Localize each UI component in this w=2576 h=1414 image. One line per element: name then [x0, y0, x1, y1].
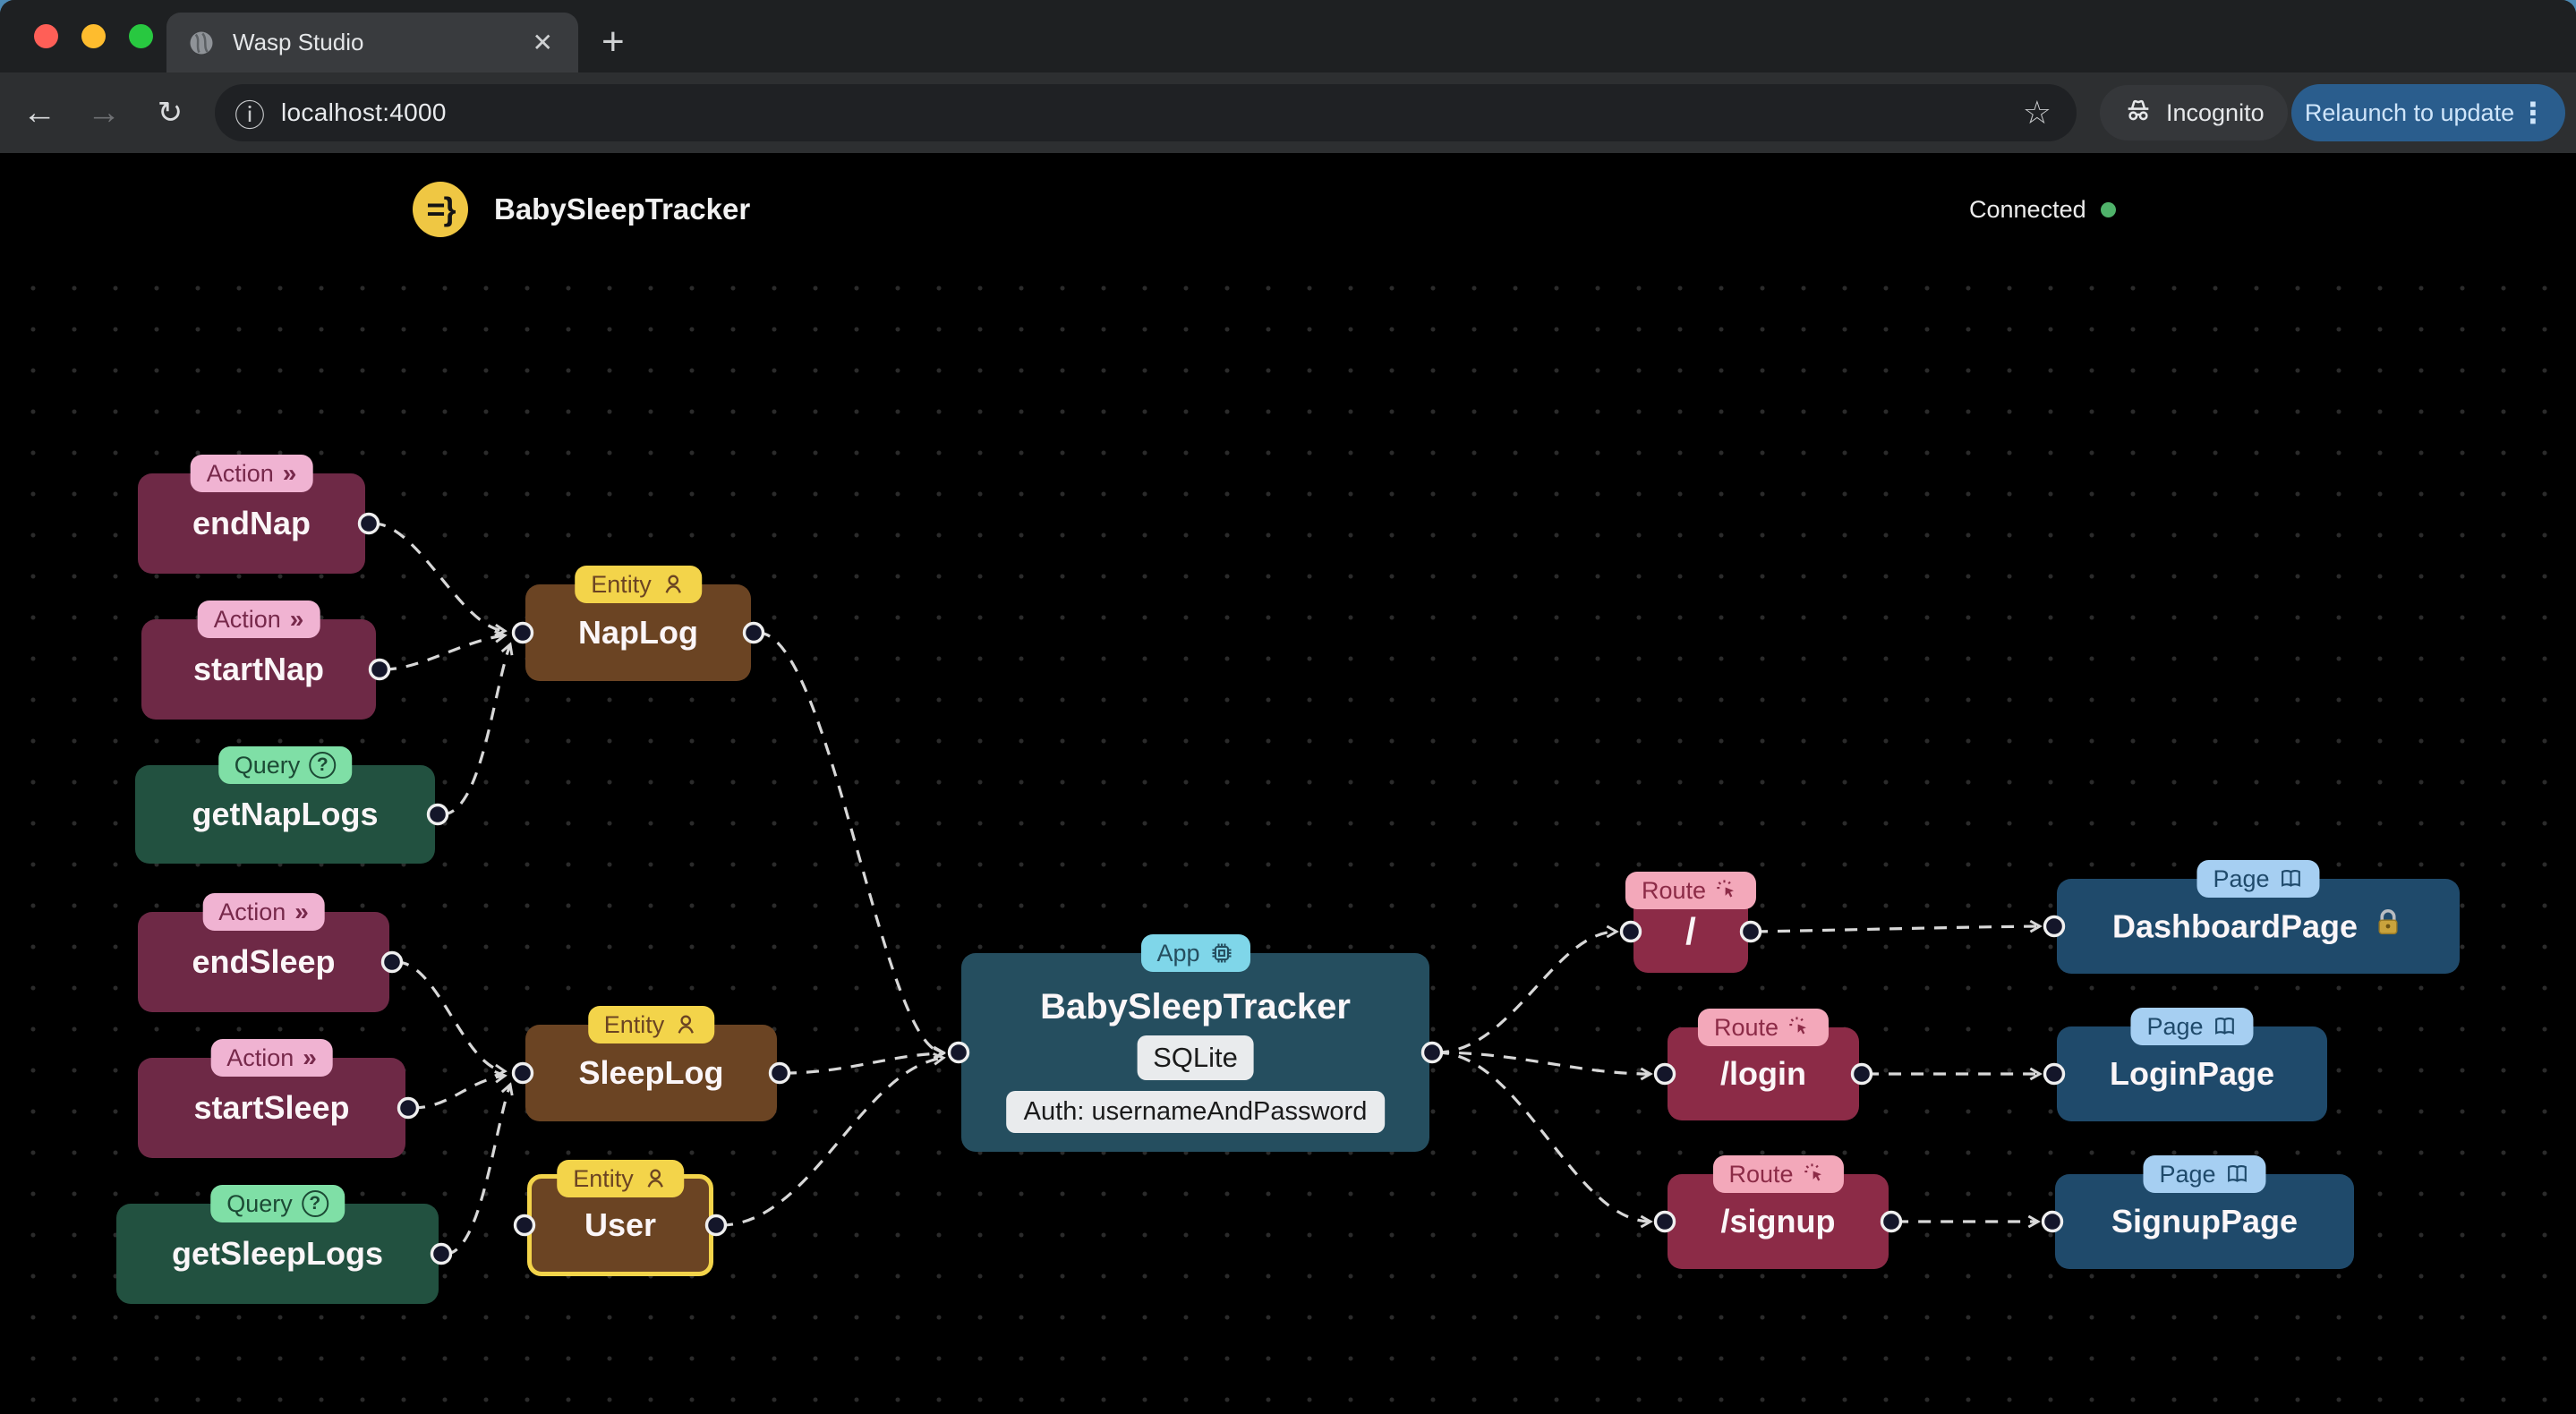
- auth-pill: Auth: usernameAndPassword: [1005, 1091, 1386, 1133]
- node-startNap[interactable]: Action» startNap: [141, 601, 376, 720]
- node-startSleep[interactable]: Action» startSleep: [138, 1039, 405, 1158]
- node-User[interactable]: Entity User: [527, 1160, 713, 1276]
- badge-label: Route: [1728, 1160, 1794, 1188]
- badge-label: Entity: [603, 1010, 665, 1038]
- menu-kebab-button[interactable]: ⋮: [2519, 96, 2565, 130]
- badge-label: Entity: [591, 570, 652, 598]
- cursor-click-icon: [1787, 1015, 1813, 1040]
- relaunch-button[interactable]: Relaunch to update ⋮: [2291, 84, 2565, 141]
- open-book-icon: [2279, 866, 2304, 891]
- tab-close-button[interactable]: ✕: [529, 28, 557, 57]
- bookmark-star-button[interactable]: ☆: [2023, 94, 2057, 132]
- relaunch-label: Relaunch to update: [2304, 98, 2515, 126]
- traffic-lights: [34, 24, 153, 48]
- node-page-LoginPage[interactable]: Page LoginPage: [2057, 1008, 2327, 1121]
- node-endNap[interactable]: Action» endNap: [138, 455, 365, 574]
- incognito-icon: [2123, 95, 2154, 132]
- badge-label: Action: [226, 1043, 294, 1071]
- connection-status-dot: [2100, 202, 2116, 217]
- tab-title: Wasp Studio: [233, 29, 364, 55]
- badge-label: Action: [213, 605, 281, 633]
- tab-favicon-icon: [188, 30, 215, 56]
- node-label: DashboardPage: [2111, 907, 2358, 944]
- wasp-logo-icon: =}: [413, 182, 468, 237]
- action-chevrons-icon: »: [303, 1043, 317, 1071]
- cursor-click-icon: [1803, 1162, 1828, 1187]
- browser-toolbar: ← → ↻ ⓘ localhost:4000 ☆ Incognito Relau…: [0, 72, 2576, 153]
- badge-label: Query: [226, 1189, 293, 1217]
- node-getNapLogs[interactable]: Query? getNapLogs: [135, 746, 435, 864]
- studio-header: =} BabySleepTracker Connected: [0, 153, 2576, 269]
- connection-status: Connected: [1969, 196, 2116, 224]
- incognito-label: Incognito: [2166, 98, 2265, 126]
- site-info-icon[interactable]: ⓘ: [235, 91, 265, 135]
- badge-label: Query: [234, 751, 301, 779]
- incognito-badge: Incognito: [2100, 85, 2288, 141]
- badge-label: Entity: [573, 1164, 634, 1192]
- node-endSleep[interactable]: Action» endSleep: [138, 893, 389, 1012]
- node-page-SignupPage[interactable]: Page SignupPage: [2055, 1155, 2354, 1269]
- action-chevrons-icon: »: [282, 459, 297, 487]
- page-title: BabySleepTracker: [494, 192, 751, 226]
- node-getSleepLogs[interactable]: Query? getSleepLogs: [116, 1185, 439, 1304]
- open-book-icon: [2225, 1162, 2250, 1187]
- badge-label: Action: [206, 459, 274, 487]
- node-SleepLog[interactable]: Entity SleepLog: [525, 1006, 777, 1121]
- question-circle-icon: ?: [301, 1190, 328, 1217]
- badge-label: Action: [218, 898, 286, 925]
- window-close-button[interactable]: [34, 24, 58, 48]
- window-minimize-button[interactable]: [81, 24, 106, 48]
- reload-button[interactable]: ↻: [141, 72, 199, 153]
- node-route-root[interactable]: Route /: [1625, 872, 1757, 973]
- question-circle-icon: ?: [309, 752, 337, 779]
- window-zoom-button[interactable]: [129, 24, 153, 48]
- back-button[interactable]: ←: [11, 72, 68, 153]
- db-pill: SQLite: [1137, 1035, 1254, 1080]
- new-tab-button[interactable]: +: [601, 16, 625, 68]
- tab-strip: Wasp Studio ✕ +: [0, 0, 2576, 72]
- cursor-click-icon: [1715, 878, 1740, 903]
- forward-button[interactable]: →: [75, 72, 132, 153]
- url-text[interactable]: localhost:4000: [281, 98, 2023, 127]
- person-icon: [661, 572, 686, 597]
- chip-icon: [1209, 941, 1234, 966]
- badge-label: Page: [2146, 1012, 2204, 1040]
- node-route-login[interactable]: Route /login: [1668, 1009, 1859, 1120]
- node-NapLog[interactable]: Entity NapLog: [525, 566, 751, 681]
- node-app-BabySleepTracker[interactable]: App BabySleepTracker SQLite Auth: userna…: [961, 934, 1429, 1152]
- badge-label: App: [1156, 939, 1200, 967]
- badge-label: Page: [2213, 865, 2270, 892]
- browser-tab[interactable]: Wasp Studio ✕: [166, 13, 578, 72]
- person-icon: [643, 1166, 668, 1191]
- browser-window: Wasp Studio ✕ + ← → ↻ ⓘ localhost:4000 ☆…: [0, 0, 2576, 1414]
- lock-icon: [2372, 907, 2404, 947]
- address-bar[interactable]: ⓘ localhost:4000 ☆: [215, 84, 2077, 141]
- open-book-icon: [2213, 1014, 2238, 1039]
- badge-label: Route: [1641, 876, 1707, 904]
- connection-status-label: Connected: [1969, 196, 2086, 223]
- badge-label: Page: [2159, 1160, 2216, 1188]
- action-chevrons-icon: »: [294, 898, 309, 925]
- action-chevrons-icon: »: [289, 605, 304, 633]
- node-route-signup[interactable]: Route /signup: [1668, 1155, 1889, 1269]
- node-page-DashboardPage[interactable]: Page DashboardPage: [2057, 860, 2460, 974]
- person-icon: [673, 1012, 698, 1037]
- badge-label: Route: [1713, 1013, 1779, 1041]
